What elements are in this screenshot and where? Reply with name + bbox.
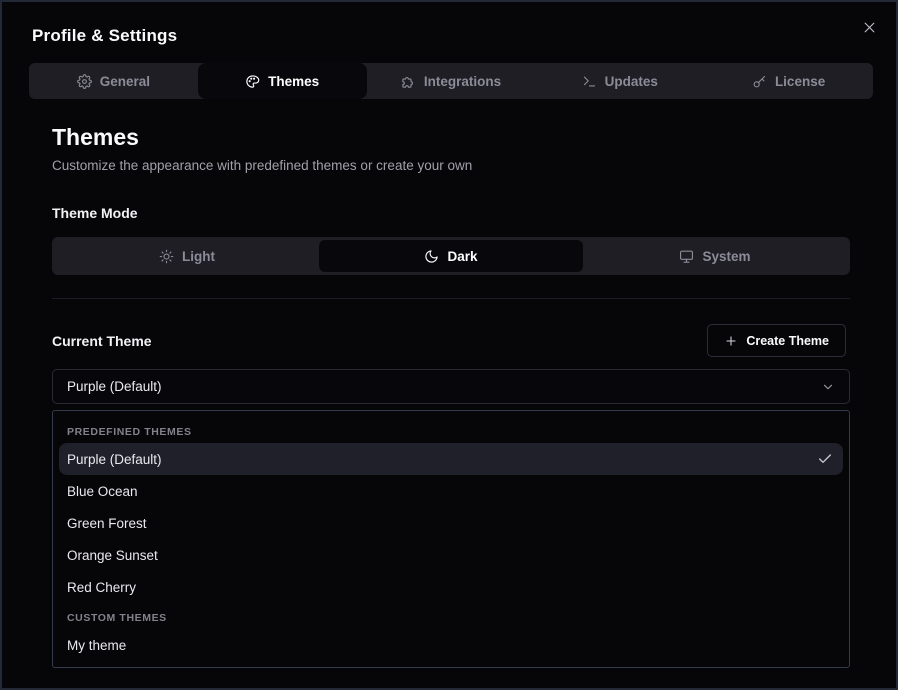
option-label: Orange Sunset — [67, 548, 158, 563]
theme-select-value: Purple (Default) — [67, 379, 162, 394]
key-icon — [752, 74, 767, 89]
option-label: Blue Ocean — [67, 484, 138, 499]
tab-themes[interactable]: Themes — [198, 63, 367, 99]
section-divider — [52, 298, 850, 299]
current-theme-label: Current Theme — [52, 333, 152, 349]
option-label: Green Forest — [67, 516, 147, 531]
theme-option-my-theme[interactable]: My theme — [59, 629, 843, 661]
plus-icon — [724, 334, 738, 348]
theme-mode-segmented-control: Light Dark System — [52, 237, 850, 275]
moon-icon — [424, 249, 439, 264]
tab-label: Updates — [605, 74, 658, 89]
chevron-down-icon — [821, 380, 835, 394]
close-icon — [862, 20, 877, 35]
theme-select[interactable]: Purple (Default) — [52, 369, 850, 404]
tab-label: Integrations — [424, 74, 501, 89]
settings-tabbar: General Themes Integrations Updates Lice… — [29, 63, 873, 99]
dialog-title: Profile & Settings — [32, 26, 177, 46]
tab-general[interactable]: General — [29, 63, 198, 99]
segment-label: Dark — [447, 249, 477, 264]
tab-label: General — [100, 74, 150, 89]
theme-option-green-forest[interactable]: Green Forest — [59, 507, 843, 539]
create-theme-button[interactable]: Create Theme — [707, 324, 846, 357]
group-header-custom: CUSTOM THEMES — [59, 603, 843, 629]
page-title: Themes — [52, 124, 139, 151]
check-icon — [817, 451, 833, 467]
theme-option-blue-ocean[interactable]: Blue Ocean — [59, 475, 843, 507]
theme-option-purple-default[interactable]: Purple (Default) — [59, 443, 843, 475]
option-label: Red Cherry — [67, 580, 136, 595]
segment-label: System — [702, 249, 750, 264]
theme-option-red-cherry[interactable]: Red Cherry — [59, 571, 843, 603]
theme-option-orange-sunset[interactable]: Orange Sunset — [59, 539, 843, 571]
tab-integrations[interactable]: Integrations — [367, 63, 536, 99]
profile-settings-dialog: Profile & Settings General Themes Integr… — [0, 0, 898, 690]
terminal-icon — [582, 74, 597, 89]
close-button[interactable] — [858, 16, 880, 38]
puzzle-icon — [401, 74, 416, 89]
palette-icon — [245, 74, 260, 89]
option-label: Purple (Default) — [67, 452, 162, 467]
sun-icon — [159, 249, 174, 264]
segment-label: Light — [182, 249, 215, 264]
theme-mode-light[interactable]: Light — [55, 240, 319, 272]
option-label: My theme — [67, 638, 126, 653]
gear-icon — [77, 74, 92, 89]
monitor-icon — [679, 249, 694, 264]
tab-license[interactable]: License — [704, 63, 873, 99]
tab-label: Themes — [268, 74, 319, 89]
tab-updates[interactable]: Updates — [535, 63, 704, 99]
theme-dropdown-panel: PREDEFINED THEMES Purple (Default) Blue … — [52, 410, 850, 668]
theme-mode-dark[interactable]: Dark — [319, 240, 583, 272]
theme-mode-system[interactable]: System — [583, 240, 847, 272]
theme-mode-label: Theme Mode — [52, 205, 138, 221]
tab-label: License — [775, 74, 825, 89]
page-description: Customize the appearance with predefined… — [52, 158, 472, 173]
create-theme-label: Create Theme — [746, 334, 829, 348]
group-header-predefined: PREDEFINED THEMES — [59, 417, 843, 443]
